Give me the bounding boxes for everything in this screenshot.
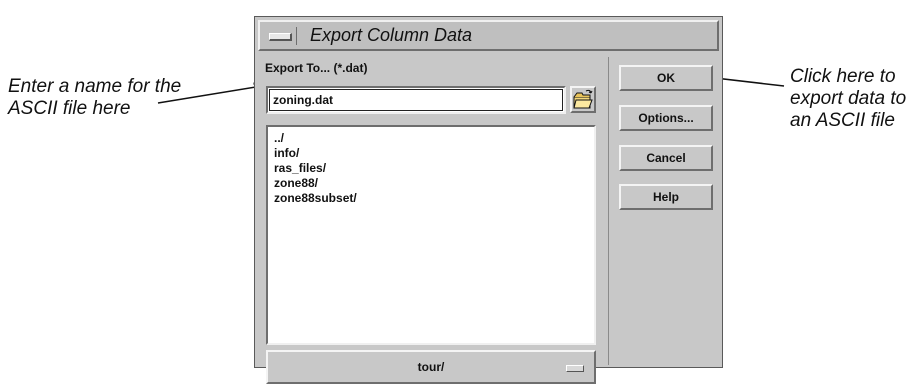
cancel-button[interactable]: Cancel: [619, 145, 713, 171]
window-menu-icon[interactable]: [266, 27, 297, 45]
ok-button[interactable]: OK: [619, 65, 713, 91]
dialog-title: Export Column Data: [310, 25, 473, 45]
title-bar[interactable]: Export Column Data: [258, 20, 719, 51]
button-panel: OK Options... Cancel Help: [608, 57, 721, 365]
filename-value[interactable]: zoning.dat: [273, 93, 333, 107]
filename-input[interactable]: zoning.dat: [266, 86, 566, 114]
callout-arrow-filename: [157, 82, 264, 104]
file-list-item[interactable]: info/: [274, 146, 594, 161]
export-column-data-dialog: Export Column Data Export To... (*.dat) …: [254, 16, 723, 384]
file-list-item[interactable]: ../: [274, 131, 594, 146]
file-list-item[interactable]: zone88subset/: [274, 191, 594, 206]
export-to-label: Export To... (*.dat): [265, 61, 368, 75]
file-list-item[interactable]: ras_files/: [274, 161, 594, 176]
folder-open-icon[interactable]: [570, 86, 596, 113]
directory-label: tour/: [417, 360, 445, 374]
file-list-item[interactable]: zone88/: [274, 176, 594, 191]
help-button[interactable]: Help: [619, 184, 713, 210]
options-button[interactable]: Options...: [619, 105, 713, 131]
file-list[interactable]: ../ info/ ras_files/ zone88/ zone88subse…: [266, 125, 596, 345]
directory-option-menu[interactable]: tour/: [266, 350, 596, 384]
